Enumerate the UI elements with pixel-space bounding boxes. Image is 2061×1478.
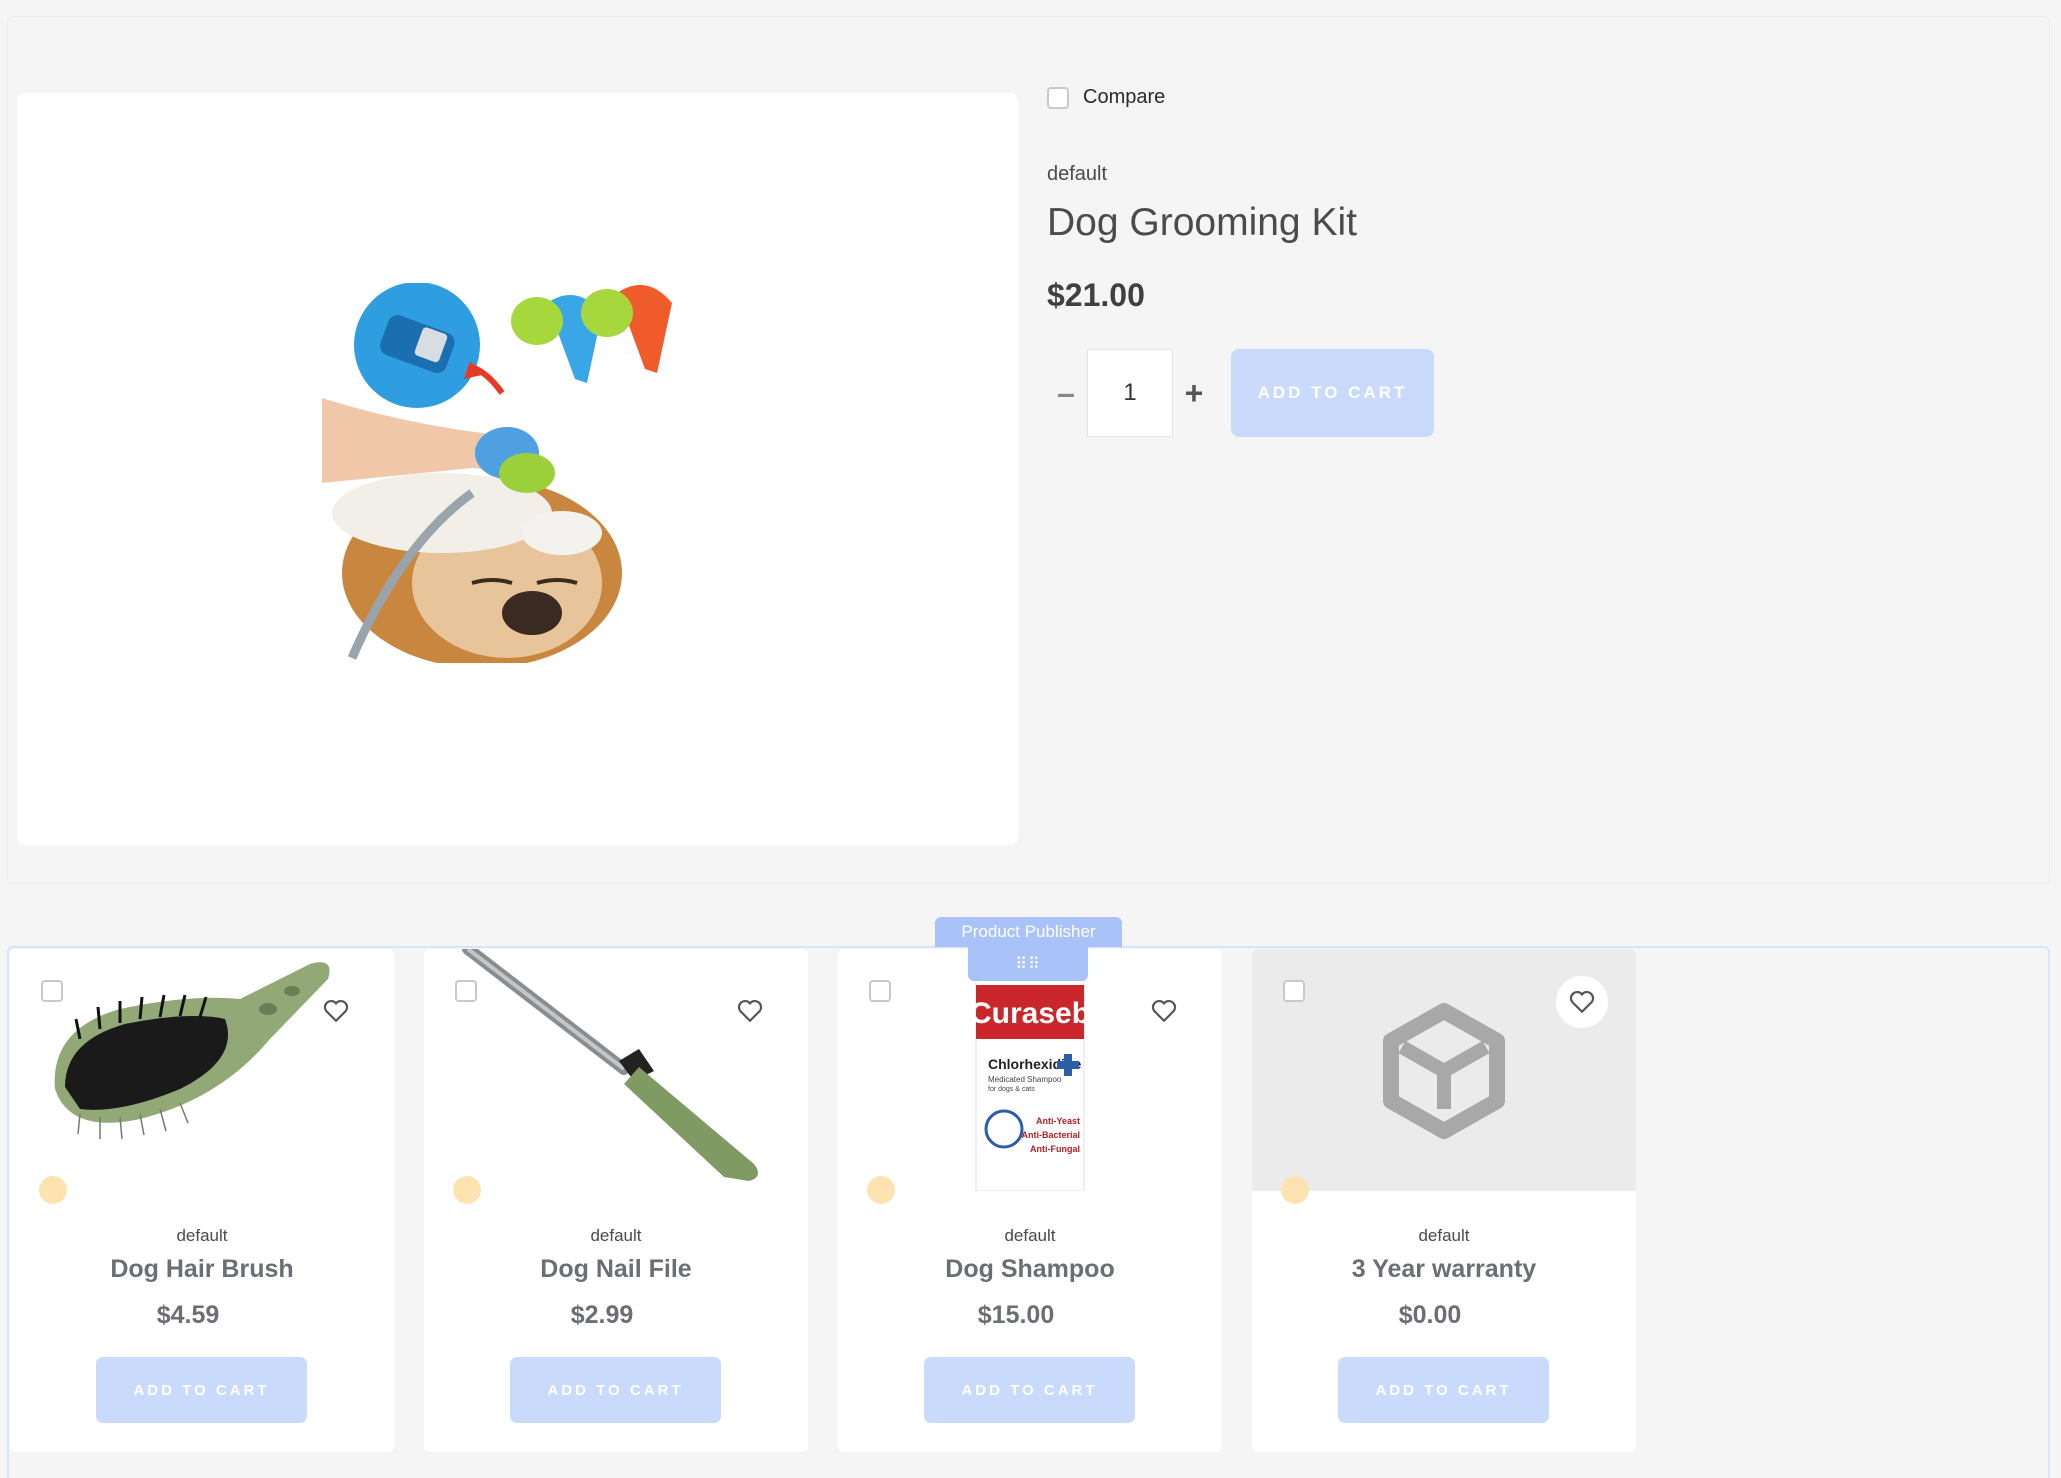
shampoo-line-6: Anti-Fungal xyxy=(1030,1144,1080,1154)
compare-checkbox[interactable] xyxy=(41,980,63,1002)
variant-swatch[interactable] xyxy=(1281,1176,1309,1204)
shampoo-line-5: Anti-Bacterial xyxy=(1021,1130,1080,1140)
product-card[interactable]: default Dog Nail File $2.99 ADD TO CART xyxy=(424,949,808,1452)
product-image-panel xyxy=(17,93,1018,845)
card-price: $2.99 xyxy=(570,1301,634,1329)
product-main-image xyxy=(322,283,672,663)
card-title[interactable]: 3 Year warranty xyxy=(1252,1255,1636,1284)
card-title[interactable]: Dog Shampoo xyxy=(838,1255,1222,1284)
variant-swatch[interactable] xyxy=(39,1176,67,1204)
product-publisher-label: Product Publisher xyxy=(935,917,1122,947)
card-add-to-cart-button[interactable]: ADD TO CART xyxy=(510,1357,721,1423)
compare-checkbox[interactable] xyxy=(455,980,477,1002)
wishlist-heart-icon[interactable] xyxy=(1556,976,1608,1028)
card-add-to-cart-button[interactable]: ADD TO CART xyxy=(1338,1357,1549,1423)
compare-checkbox[interactable] xyxy=(869,980,891,1002)
card-vendor: default xyxy=(1418,1226,1470,1245)
card-vendor: default xyxy=(590,1226,642,1245)
shampoo-line-3: for dogs & cats xyxy=(988,1086,1035,1093)
page: Compare default Dog Grooming Kit $21.00 … xyxy=(0,0,2061,1478)
wishlist-heart-icon[interactable] xyxy=(724,985,776,1037)
quantity-input[interactable] xyxy=(1087,349,1173,437)
shampoo-line-2: Medicated Shampoo xyxy=(988,1075,1062,1084)
product-vendor: default xyxy=(1047,163,1108,185)
card-title[interactable]: Dog Nail File xyxy=(424,1255,808,1284)
shampoo-brand-text: Curaseb xyxy=(970,997,1090,1030)
drag-handle-icon[interactable]: ⠿⠿ xyxy=(968,947,1088,981)
compare-checkbox[interactable] xyxy=(1047,86,1069,109)
product-price: $21.00 xyxy=(1047,277,1145,313)
product-detail-section: Compare default Dog Grooming Kit $21.00 … xyxy=(7,16,2050,884)
card-add-to-cart-button[interactable]: ADD TO CART xyxy=(96,1357,307,1423)
variant-swatch[interactable] xyxy=(867,1176,895,1204)
card-price: $15.00 xyxy=(977,1301,1055,1329)
compare-checkbox[interactable] xyxy=(1283,980,1305,1002)
card-add-to-cart-button[interactable]: ADD TO CART xyxy=(924,1357,1135,1423)
card-price: $0.00 xyxy=(1398,1301,1462,1329)
quantity-decrease-button[interactable]: – xyxy=(1047,371,1085,415)
product-card[interactable]: Curaseb Chlorhexidine Medicated Shampoo … xyxy=(838,949,1222,1452)
card-title[interactable]: Dog Hair Brush xyxy=(10,1255,394,1284)
compare-label: Compare xyxy=(1083,86,1166,108)
quantity-increase-button[interactable]: + xyxy=(1175,371,1213,415)
card-price: $4.59 xyxy=(156,1301,220,1329)
add-to-cart-button[interactable]: ADD TO CART xyxy=(1231,349,1434,437)
variant-swatch[interactable] xyxy=(453,1176,481,1204)
product-title: Dog Grooming Kit xyxy=(1047,201,1357,244)
quantity-selector: – + ADD TO CART xyxy=(1047,349,1434,437)
compare-toggle[interactable]: Compare xyxy=(1047,86,1165,109)
wishlist-heart-icon[interactable] xyxy=(1138,985,1190,1037)
shampoo-line-4: Anti-Yeast xyxy=(1036,1116,1080,1126)
card-vendor: default xyxy=(1004,1226,1056,1245)
product-card[interactable]: default Dog Hair Brush $4.59 ADD TO CART xyxy=(10,949,394,1452)
card-vendor: default xyxy=(176,1226,228,1245)
wishlist-heart-icon[interactable] xyxy=(310,985,362,1037)
product-card[interactable]: default 3 Year warranty $0.00 ADD TO CAR… xyxy=(1252,949,1636,1452)
